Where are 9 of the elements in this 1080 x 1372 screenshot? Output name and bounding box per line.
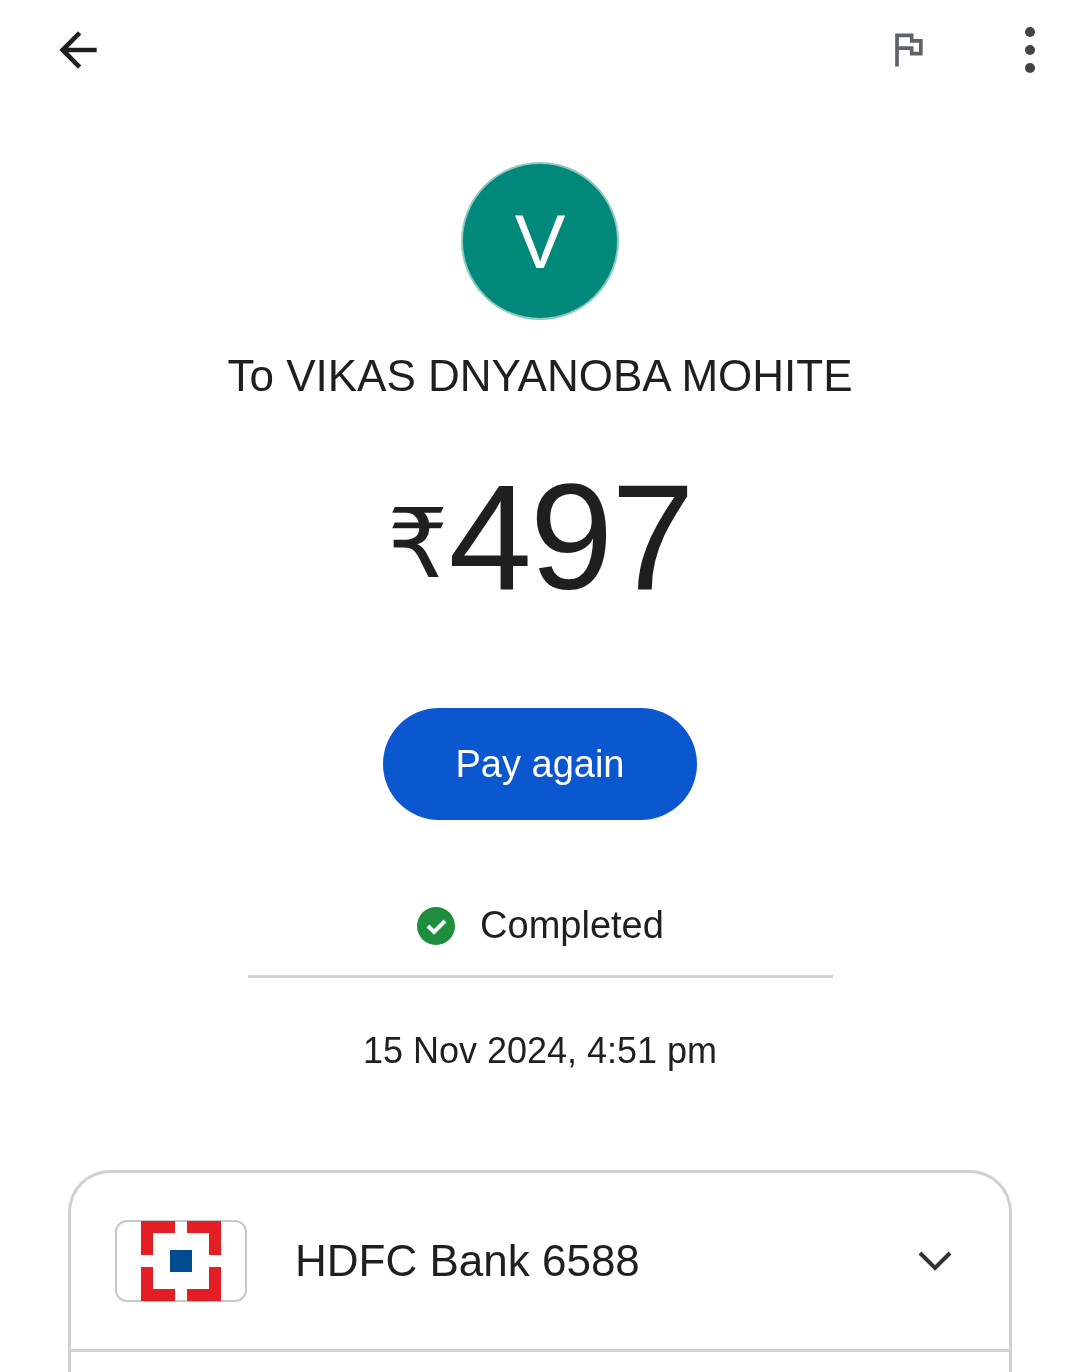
amount: 497 xyxy=(448,462,693,612)
bank-account-name: HDFC Bank 6588 xyxy=(295,1236,641,1286)
recipient-name: To VIKAS DNYANOBA MOHITE xyxy=(227,350,853,402)
transaction-date: 15 Nov 2024, 4:51 pm xyxy=(362,1030,718,1072)
avatar: V xyxy=(461,162,619,320)
pay-again-button[interactable]: Pay again xyxy=(383,708,697,820)
status-label: Completed xyxy=(480,904,664,947)
currency-symbol: ₹ xyxy=(387,496,449,592)
chevron-down-icon[interactable] xyxy=(917,1249,953,1273)
